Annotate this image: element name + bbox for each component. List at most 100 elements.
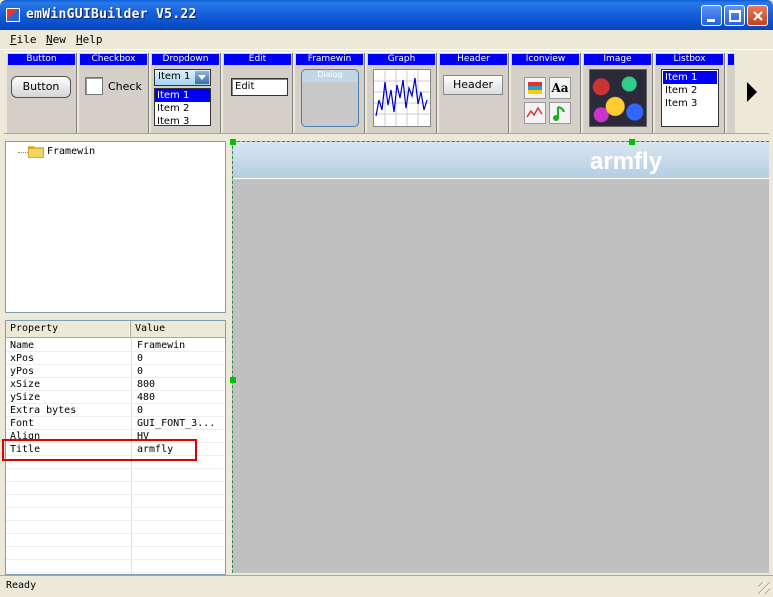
table-row — [6, 482, 225, 495]
music-note-icon — [549, 102, 571, 124]
table-row[interactable]: xSize 800 — [6, 378, 225, 391]
widget-checkbox[interactable]: Checkbox Check — [79, 53, 149, 133]
property-name: yPos — [10, 366, 35, 377]
widget-framewin-header: Framewin — [296, 54, 363, 65]
table-row — [6, 534, 225, 547]
property-name: xSize — [10, 379, 41, 390]
minimize-button[interactable] — [701, 5, 722, 26]
widget-button[interactable]: Button Button — [7, 53, 77, 133]
widget-next-partial — [727, 53, 735, 133]
resize-handle-top-left[interactable] — [230, 139, 236, 145]
title-bar[interactable]: emWinGUIBuilder V5.22 — [0, 0, 773, 30]
menu-bar: File New Help — [0, 30, 773, 50]
resize-grip-icon[interactable] — [758, 582, 770, 594]
widget-listbox-header: Listbox — [656, 54, 723, 65]
widget-graph[interactable]: Graph — [367, 53, 437, 133]
status-bar: Ready — [0, 575, 773, 597]
table-row — [6, 547, 225, 560]
property-value[interactable]: Framewin — [137, 339, 225, 352]
widget-image-header: Image — [584, 54, 651, 65]
widget-edit[interactable]: Edit Edit — [223, 53, 293, 133]
tree-connector — [18, 152, 28, 153]
menu-file[interactable]: File — [10, 33, 37, 46]
chevron-down-icon — [195, 71, 209, 84]
status-text: Ready — [6, 580, 37, 591]
framewin-sample: Dialog — [301, 69, 359, 127]
framewin-title: armfly — [590, 148, 663, 175]
column-header-value[interactable]: Value — [131, 321, 225, 337]
column-header-property[interactable]: Property — [6, 321, 131, 337]
property-value[interactable]: 0 — [137, 404, 225, 417]
edit-sample: Edit — [231, 78, 288, 96]
menu-new[interactable]: New — [46, 33, 66, 46]
framewin-caption-bar[interactable]: armfly — [233, 142, 769, 179]
property-name: Extra bytes — [10, 405, 77, 416]
menu-help-accel: H — [76, 33, 83, 46]
table-row — [6, 495, 225, 508]
menu-help-label: elp — [82, 33, 103, 46]
property-value[interactable]: GUI_FONT_3... — [137, 417, 225, 430]
books-icon — [524, 77, 546, 99]
listbox-sample: Item 1 Item 2 Item 3 — [661, 69, 719, 127]
widget-graph-header: Graph — [368, 54, 435, 65]
menu-new-label: ew — [52, 33, 66, 46]
checkbox-sample — [85, 77, 103, 95]
menu-help[interactable]: Help — [76, 33, 103, 46]
widget-checkbox-header: Checkbox — [80, 54, 147, 65]
widget-tree[interactable]: Framewin — [5, 141, 226, 313]
table-row[interactable]: Extra bytes 0 — [6, 404, 225, 417]
widget-image[interactable]: Image — [583, 53, 653, 133]
window-title: emWinGUIBuilder V5.22 — [26, 7, 197, 22]
menu-new-accel: N — [46, 33, 53, 46]
table-row — [6, 469, 225, 482]
list-item: Item 1 — [663, 71, 717, 84]
table-row — [6, 508, 225, 521]
close-button[interactable] — [747, 5, 768, 26]
widget-listbox[interactable]: Listbox Item 1 Item 2 Item 3 — [655, 53, 725, 133]
widget-toolbar: Button Button Checkbox Check Dropdown It… — [4, 52, 769, 134]
chart-icon — [524, 102, 546, 124]
widget-dropdown[interactable]: Dropdown Item 1 Item 1 Item 2 Item 3 — [151, 53, 221, 133]
widget-iconview[interactable]: Iconview Aa — [511, 53, 581, 133]
header-sample: Header — [443, 75, 503, 95]
dropdown-selected: Item 1 — [158, 71, 191, 82]
property-name: xPos — [10, 353, 35, 364]
dropdown-list: Item 1 Item 2 Item 3 — [154, 88, 211, 126]
list-item: Item 2 — [157, 103, 190, 114]
maximize-button[interactable] — [724, 5, 745, 26]
table-row[interactable]: Name Framewin — [6, 339, 225, 352]
title-row-highlight — [2, 439, 197, 461]
property-value[interactable]: 0 — [137, 365, 225, 378]
table-row — [6, 521, 225, 534]
graph-sample-icon — [373, 69, 431, 127]
widget-button-header: Button — [8, 54, 75, 65]
property-grid-header: Property Value — [6, 321, 225, 338]
table-row[interactable]: yPos 0 — [6, 365, 225, 378]
tree-node-framewin[interactable]: Framewin — [47, 146, 95, 157]
table-row[interactable]: xPos 0 — [6, 352, 225, 365]
list-item: Item 3 — [665, 98, 698, 109]
design-canvas[interactable]: armfly — [230, 139, 769, 573]
table-row — [6, 560, 225, 573]
toolbar-scroll-right[interactable] — [735, 52, 769, 132]
table-row[interactable]: Font GUI_FONT_3... — [6, 417, 225, 430]
framewin-sample-caption: Dialog — [317, 70, 343, 79]
widget-framewin[interactable]: Framewin Dialog — [295, 53, 365, 133]
checkbox-sample-label: Check — [108, 80, 142, 93]
widget-header-header: Header — [440, 54, 507, 65]
resize-handle-left-mid[interactable] — [230, 377, 236, 383]
widget-header[interactable]: Header Header — [439, 53, 509, 133]
image-sample-icon — [589, 69, 647, 127]
property-value[interactable]: 480 — [137, 391, 225, 404]
property-value[interactable]: 800 — [137, 378, 225, 391]
property-name: Font — [10, 418, 35, 429]
font-icon: Aa — [549, 77, 571, 99]
widget-dropdown-header: Dropdown — [152, 54, 219, 65]
table-row[interactable]: ySize 480 — [6, 391, 225, 404]
property-value[interactable]: 0 — [137, 352, 225, 365]
button-sample: Button — [11, 76, 71, 98]
widget-next-partial-header — [728, 54, 734, 65]
widget-iconview-header: Iconview — [512, 54, 579, 65]
resize-handle-top-mid[interactable] — [629, 139, 635, 145]
property-name: Name — [10, 340, 35, 351]
